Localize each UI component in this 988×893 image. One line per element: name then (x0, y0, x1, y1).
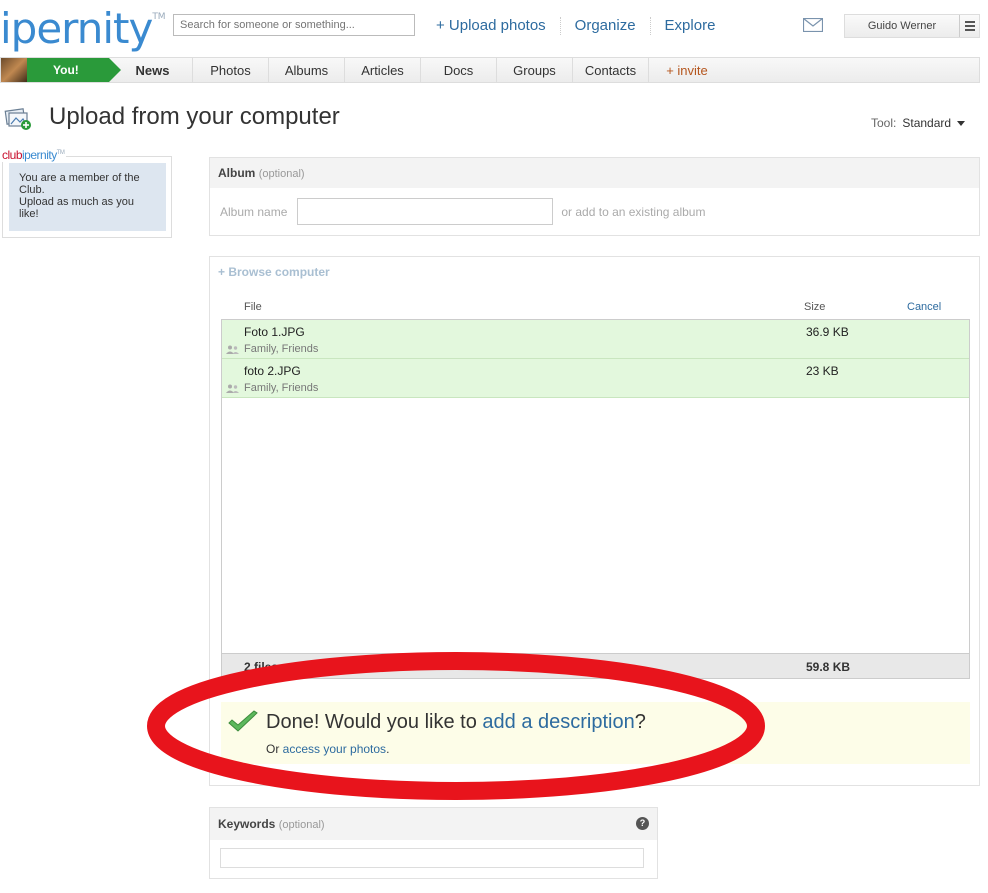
file-row[interactable]: foto 2.JPG Family, Friends 23 KB (222, 359, 969, 398)
tool-label: Tool: (871, 116, 897, 130)
upload-photos-icon (4, 108, 31, 130)
club-message: You are a member of the Club. Upload as … (9, 163, 166, 231)
add-description-link[interactable]: add a description (482, 711, 634, 733)
done-submessage: Or access your photos. (266, 742, 390, 756)
album-panel: Album (optional) Album name or add to an… (209, 157, 980, 236)
browse-computer-button[interactable]: + Browse computer (218, 265, 330, 279)
album-header: Album (optional) (210, 158, 979, 188)
mail-icon[interactable] (803, 18, 823, 32)
upload-panel: + Browse computer File Size Cancel Foto … (209, 256, 980, 786)
file-permissions: Family, Friends (244, 382, 319, 394)
avatar[interactable] (1, 58, 27, 82)
page-title: Upload from your computer (49, 103, 340, 130)
nav-photos[interactable]: Photos (193, 58, 269, 82)
top-nav: + Upload photos Organize Explore (422, 17, 729, 35)
access-photos-link[interactable]: access your photos (283, 742, 386, 756)
explore-link[interactable]: Explore (651, 17, 730, 35)
people-icon[interactable] (226, 384, 239, 393)
user-name: Guido Werner (867, 20, 937, 32)
tool-value[interactable]: Standard (902, 116, 951, 130)
keywords-panel: Keywords (optional) ? (209, 807, 658, 879)
file-size: 36.9 KB (806, 325, 849, 339)
album-name-label: Album name (220, 204, 288, 219)
nav-invite[interactable]: + invite (649, 58, 725, 82)
file-permissions: Family, Friends (244, 343, 319, 355)
club-box: You are a member of the Club. Upload as … (2, 156, 172, 238)
nav-news[interactable]: News (113, 58, 193, 82)
file-list: Foto 1.JPG Family, Friends 36.9 KB foto … (221, 319, 970, 654)
club-ipernity-logo: clubipernityTM (2, 148, 67, 162)
file-totals: 2 files 59.8 KB (221, 654, 970, 679)
people-icon[interactable] (226, 345, 239, 354)
organize-link[interactable]: Organize (561, 17, 651, 35)
file-row[interactable]: Foto 1.JPG Family, Friends 36.9 KB (222, 320, 969, 359)
upload-done-notice: Done! Would you like to add a descriptio… (221, 702, 970, 764)
ipernity-logo[interactable]: ipernityTM (0, 4, 166, 53)
checkmark-icon (228, 710, 258, 732)
upload-photos-link[interactable]: + Upload photos (422, 17, 561, 35)
total-size: 59.8 KB (806, 660, 851, 674)
file-name: foto 2.JPG (244, 364, 301, 378)
existing-album-link[interactable]: or add to an existing album (561, 205, 705, 219)
album-name-input[interactable] (297, 198, 554, 225)
col-file-header: File (244, 301, 262, 313)
done-message: Done! Would you like to add a descriptio… (266, 711, 646, 733)
search-input[interactable] (173, 14, 415, 36)
main-nav: You! News Photos Albums Articles Docs Gr… (0, 57, 980, 83)
file-name: Foto 1.JPG (244, 325, 305, 339)
file-size: 23 KB (806, 364, 839, 378)
help-icon[interactable]: ? (636, 817, 649, 830)
menu-icon[interactable] (959, 15, 979, 37)
col-size-header: Size (804, 301, 826, 313)
keywords-header: Keywords (optional) ? (210, 808, 657, 840)
you-tab[interactable]: You! (27, 58, 121, 82)
cancel-link[interactable]: Cancel (907, 301, 941, 313)
nav-docs[interactable]: Docs (421, 58, 497, 82)
user-menu[interactable]: Guido Werner (844, 14, 980, 38)
nav-groups[interactable]: Groups (497, 58, 573, 82)
tool-selector[interactable]: Tool: Standard (871, 116, 966, 130)
total-files: 2 files (244, 660, 279, 674)
nav-contacts[interactable]: Contacts (573, 58, 649, 82)
nav-articles[interactable]: Articles (345, 58, 421, 82)
chevron-down-icon[interactable] (957, 121, 966, 127)
nav-albums[interactable]: Albums (269, 58, 345, 82)
keywords-input[interactable] (220, 848, 644, 868)
